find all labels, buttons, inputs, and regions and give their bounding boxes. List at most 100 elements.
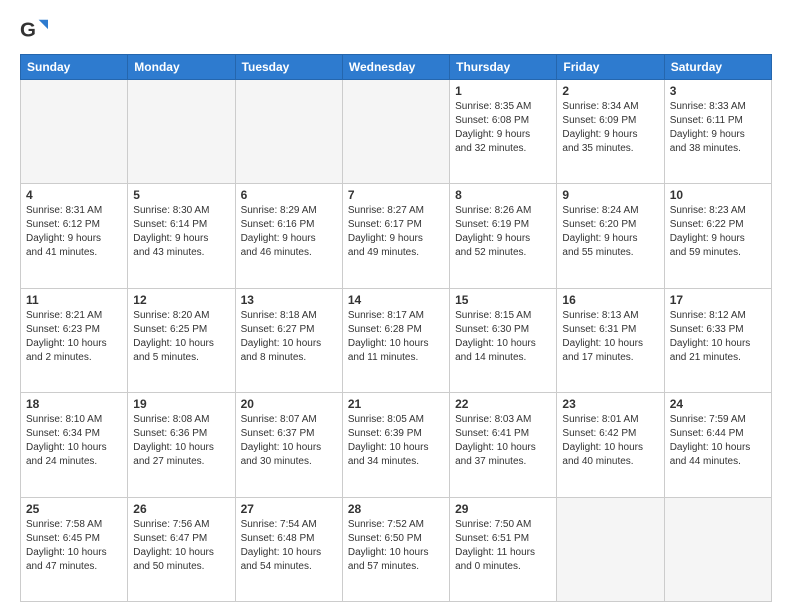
day-header-saturday: Saturday [664,55,771,80]
day-number: 19 [133,397,229,411]
calendar-cell [21,80,128,184]
calendar-cell: 5 Sunrise: 8:30 AM Sunset: 6:14 PM Daylig… [128,184,235,288]
calendar-cell [235,80,342,184]
day-header-wednesday: Wednesday [342,55,449,80]
calendar-week-row: 11 Sunrise: 8:21 AM Sunset: 6:23 PM Dayli… [21,288,772,392]
calendar-cell: 16 Sunrise: 8:13 AM Sunset: 6:31 PM Dayli… [557,288,664,392]
day-number: 22 [455,397,551,411]
day-number: 5 [133,188,229,202]
calendar-cell: 26 Sunrise: 7:56 AM Sunset: 6:47 PM Dayli… [128,497,235,601]
day-info: Sunrise: 8:15 AM Sunset: 6:30 PM Dayligh… [455,309,551,365]
calendar-cell: 20 Sunrise: 8:07 AM Sunset: 6:37 PM Dayli… [235,393,342,497]
day-number: 1 [455,84,551,98]
calendar-cell: 22 Sunrise: 8:03 AM Sunset: 6:41 PM Dayli… [450,393,557,497]
day-number: 6 [241,188,337,202]
day-info: Sunrise: 8:26 AM Sunset: 6:19 PM Dayligh… [455,204,551,260]
calendar-cell: 2 Sunrise: 8:34 AM Sunset: 6:09 PM Daylig… [557,80,664,184]
calendar-week-row: 25Sunrise: 7:58 AM Sunset: 6:45 PM Dayli… [21,497,772,601]
calendar-cell [557,497,664,601]
header: G [20,16,772,44]
day-number: 16 [562,293,658,307]
day-info: Sunrise: 7:54 AM Sunset: 6:48 PM Dayligh… [241,518,337,574]
svg-text:G: G [20,19,36,42]
day-number: 14 [348,293,444,307]
day-info: Sunrise: 8:12 AM Sunset: 6:33 PM Dayligh… [670,309,766,365]
day-number: 29 [455,502,551,516]
day-number: 23 [562,397,658,411]
day-info: Sunrise: 8:34 AM Sunset: 6:09 PM Dayligh… [562,100,658,156]
day-info: Sunrise: 8:20 AM Sunset: 6:25 PM Dayligh… [133,309,229,365]
calendar-cell: 14 Sunrise: 8:17 AM Sunset: 6:28 PM Dayli… [342,288,449,392]
day-number: 11 [26,293,122,307]
day-info: Sunrise: 8:13 AM Sunset: 6:31 PM Dayligh… [562,309,658,365]
calendar-cell: 29 Sunrise: 7:50 AM Sunset: 6:51 PM Dayli… [450,497,557,601]
logo: G [20,16,52,44]
calendar-cell: 28 Sunrise: 7:52 AM Sunset: 6:50 PM Dayli… [342,497,449,601]
day-info: Sunrise: 8:27 AM Sunset: 6:17 PM Dayligh… [348,204,444,260]
day-number: 12 [133,293,229,307]
day-number: 26 [133,502,229,516]
day-number: 9 [562,188,658,202]
day-info: Sunrise: 8:21 AM Sunset: 6:23 PM Dayligh… [26,309,122,365]
day-number: 8 [455,188,551,202]
day-info: Sunrise: 8:31 AM Sunset: 6:12 PM Dayligh… [26,204,122,260]
calendar-week-row: 4 Sunrise: 8:31 AM Sunset: 6:12 PM Daylig… [21,184,772,288]
day-info: Sunrise: 7:59 AM Sunset: 6:44 PM Dayligh… [670,413,766,469]
day-info: Sunrise: 8:35 AM Sunset: 6:08 PM Dayligh… [455,100,551,156]
day-header-thursday: Thursday [450,55,557,80]
calendar-cell: 19Sunrise: 8:08 AM Sunset: 6:36 PM Dayli… [128,393,235,497]
calendar-cell: 13 Sunrise: 8:18 AM Sunset: 6:27 PM Dayli… [235,288,342,392]
day-info: Sunrise: 8:01 AM Sunset: 6:42 PM Dayligh… [562,413,658,469]
day-info: Sunrise: 8:23 AM Sunset: 6:22 PM Dayligh… [670,204,766,260]
day-info: Sunrise: 8:18 AM Sunset: 6:27 PM Dayligh… [241,309,337,365]
day-info: Sunrise: 8:03 AM Sunset: 6:41 PM Dayligh… [455,413,551,469]
day-number: 17 [670,293,766,307]
day-info: Sunrise: 7:56 AM Sunset: 6:47 PM Dayligh… [133,518,229,574]
calendar-cell: 9 Sunrise: 8:24 AM Sunset: 6:20 PM Daylig… [557,184,664,288]
day-info: Sunrise: 8:24 AM Sunset: 6:20 PM Dayligh… [562,204,658,260]
day-header-friday: Friday [557,55,664,80]
page: G SundayMondayTuesdayWednesdayThursdayFr… [0,0,792,612]
day-header-tuesday: Tuesday [235,55,342,80]
day-header-sunday: Sunday [21,55,128,80]
calendar-week-row: 1 Sunrise: 8:35 AM Sunset: 6:08 PM Daylig… [21,80,772,184]
calendar-cell: 25Sunrise: 7:58 AM Sunset: 6:45 PM Dayli… [21,497,128,601]
calendar-cell: 6 Sunrise: 8:29 AM Sunset: 6:16 PM Daylig… [235,184,342,288]
day-number: 13 [241,293,337,307]
calendar-cell: 23 Sunrise: 8:01 AM Sunset: 6:42 PM Dayli… [557,393,664,497]
day-info: Sunrise: 8:17 AM Sunset: 6:28 PM Dayligh… [348,309,444,365]
calendar-table: SundayMondayTuesdayWednesdayThursdayFrid… [20,54,772,602]
day-info: Sunrise: 7:50 AM Sunset: 6:51 PM Dayligh… [455,518,551,574]
day-number: 28 [348,502,444,516]
calendar-cell: 18Sunrise: 8:10 AM Sunset: 6:34 PM Dayli… [21,393,128,497]
calendar-cell [128,80,235,184]
day-number: 27 [241,502,337,516]
calendar-cell: 24Sunrise: 7:59 AM Sunset: 6:44 PM Dayli… [664,393,771,497]
calendar-cell: 8 Sunrise: 8:26 AM Sunset: 6:19 PM Daylig… [450,184,557,288]
calendar-cell: 21Sunrise: 8:05 AM Sunset: 6:39 PM Dayli… [342,393,449,497]
calendar-cell: 15 Sunrise: 8:15 AM Sunset: 6:30 PM Dayli… [450,288,557,392]
calendar-cell: 4 Sunrise: 8:31 AM Sunset: 6:12 PM Daylig… [21,184,128,288]
day-number: 2 [562,84,658,98]
day-number: 4 [26,188,122,202]
day-number: 18 [26,397,122,411]
calendar-cell: 1 Sunrise: 8:35 AM Sunset: 6:08 PM Daylig… [450,80,557,184]
day-info: Sunrise: 8:30 AM Sunset: 6:14 PM Dayligh… [133,204,229,260]
day-info: Sunrise: 8:07 AM Sunset: 6:37 PM Dayligh… [241,413,337,469]
day-info: Sunrise: 7:52 AM Sunset: 6:50 PM Dayligh… [348,518,444,574]
day-info: Sunrise: 8:29 AM Sunset: 6:16 PM Dayligh… [241,204,337,260]
logo-icon: G [20,16,48,44]
day-info: Sunrise: 7:58 AM Sunset: 6:45 PM Dayligh… [26,518,122,574]
day-number: 15 [455,293,551,307]
day-number: 3 [670,84,766,98]
calendar-cell [664,497,771,601]
day-number: 20 [241,397,337,411]
calendar-cell: 3 Sunrise: 8:33 AM Sunset: 6:11 PM Daylig… [664,80,771,184]
calendar-cell: 7 Sunrise: 8:27 AM Sunset: 6:17 PM Daylig… [342,184,449,288]
day-number: 7 [348,188,444,202]
calendar-cell [342,80,449,184]
calendar-cell: 11 Sunrise: 8:21 AM Sunset: 6:23 PM Dayli… [21,288,128,392]
day-info: Sunrise: 8:33 AM Sunset: 6:11 PM Dayligh… [670,100,766,156]
day-info: Sunrise: 8:05 AM Sunset: 6:39 PM Dayligh… [348,413,444,469]
calendar-cell: 10Sunrise: 8:23 AM Sunset: 6:22 PM Dayli… [664,184,771,288]
